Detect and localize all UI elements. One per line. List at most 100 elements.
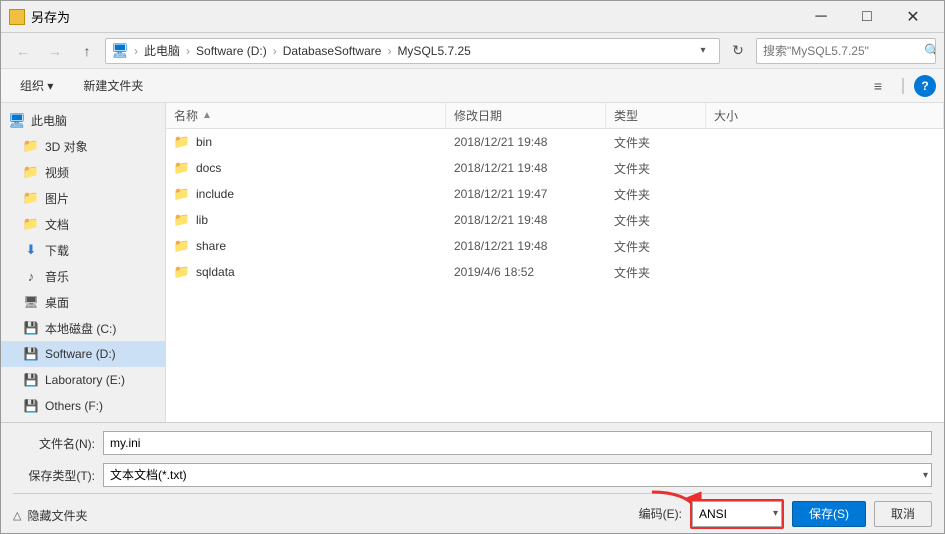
folder-video-icon: 📁 [23, 164, 39, 180]
file-rows: 📁 bin 2018/12/21 19:48 文件夹 📁 docs 2018/1… [166, 129, 944, 422]
hide-files-triangle: △ [13, 509, 21, 522]
breadcrumb-dropdown-button[interactable]: ▾ [693, 38, 713, 64]
action-bar: 组织 ▾ 新建文件夹 ≡ ? [1, 69, 944, 103]
sidebar-item-othf[interactable]: 💾 Others (F:) [1, 393, 165, 419]
drive-c-icon: 💾 [23, 320, 39, 336]
desktop-icon: 🖥 [23, 294, 39, 310]
maximize-button[interactable]: □ [844, 1, 890, 33]
filetype-select-wrapper: 文本文档(*.txt) ▾ [103, 463, 932, 487]
minimize-button[interactable]: ─ [798, 1, 844, 33]
table-row[interactable]: 📁 share 2018/12/21 19:48 文件夹 [166, 233, 944, 259]
breadcrumb-part-4[interactable]: MySQL5.7.25 [397, 44, 470, 58]
sidebar-item-label: 此电脑 [31, 112, 67, 129]
sidebar-item-softd[interactable]: 💾 Software (D:) [1, 341, 165, 367]
hide-files: △ 隐藏文件夹 [13, 503, 87, 524]
folder-pics-icon: 📁 [23, 190, 39, 206]
title-bar-left: 另存为 [9, 7, 70, 26]
hide-files-label: 隐藏文件夹 [27, 507, 87, 524]
col-header-name[interactable]: 名称 ▲ [166, 103, 446, 128]
folder-icon: 📁 [174, 264, 190, 280]
folder-icon: 📁 [174, 134, 190, 150]
sidebar-item-label: 下载 [45, 242, 69, 259]
search-button[interactable]: 🔍 [924, 38, 936, 64]
download-icon: ⬇ [23, 242, 39, 258]
breadcrumb: 🖥 › 此电脑 › Software (D:) › DatabaseSoftwa… [105, 38, 720, 64]
table-row[interactable]: 📁 bin 2018/12/21 19:48 文件夹 [166, 129, 944, 155]
title-bar-icon [9, 9, 25, 25]
encoding-select-wrapper: ANSI UTF-8 Unicode ▾ [690, 499, 784, 529]
refresh-button[interactable]: ↻ [724, 38, 752, 64]
sidebar-item-pics[interactable]: 📁 图片 [1, 185, 165, 211]
sidebar-item-label: 本地磁盘 (C:) [45, 320, 116, 337]
view-toggle-button[interactable]: ≡ [864, 74, 892, 98]
breadcrumb-part-3[interactable]: DatabaseSoftware [283, 44, 382, 58]
folder-icon: 📁 [174, 186, 190, 202]
table-row[interactable]: 📁 lib 2018/12/21 19:48 文件夹 [166, 207, 944, 233]
save-button[interactable]: 保存(S) [792, 501, 866, 527]
forward-button[interactable]: → [41, 38, 69, 64]
pc-icon: 🖥 [9, 112, 25, 128]
sidebar-item-desktop[interactable]: 🖥 桌面 [1, 289, 165, 315]
sidebar-item-docs[interactable]: 📁 文档 [1, 211, 165, 237]
drive-f-icon: 💾 [23, 398, 39, 414]
col-header-size[interactable]: 大小 [706, 103, 944, 128]
file-list-container: 名称 ▲ 修改日期 类型 大小 📁 bin [166, 103, 944, 422]
organize-button[interactable]: 组织 ▾ [9, 74, 64, 98]
breadcrumb-part-2[interactable]: Software (D:) [196, 44, 267, 58]
drive-d-icon: 💾 [23, 346, 39, 362]
sidebar-item-labe[interactable]: 💾 Laboratory (E:) [1, 367, 165, 393]
sidebar-item-label: Laboratory (E:) [45, 373, 125, 387]
title-bar: 另存为 ─ □ ✕ [1, 1, 944, 33]
toolbar: ← → ↑ 🖥 › 此电脑 › Software (D:) › Database… [1, 33, 944, 69]
search-input[interactable] [757, 44, 924, 58]
file-list-header: 名称 ▲ 修改日期 类型 大小 [166, 103, 944, 129]
col-header-type[interactable]: 类型 [606, 103, 706, 128]
folder-icon: 📁 [174, 238, 190, 254]
title-bar-text: 另存为 [31, 7, 70, 26]
breadcrumb-pc-icon: 🖥 [112, 43, 128, 59]
close-button[interactable]: ✕ [890, 1, 936, 33]
encoding-select[interactable]: ANSI UTF-8 Unicode [692, 501, 782, 527]
bottom-area: 文件名(N): 保存类型(T): 文本文档(*.txt) ▾ △ 隐藏文件夹 [1, 422, 944, 533]
table-row[interactable]: 📁 docs 2018/12/21 19:48 文件夹 [166, 155, 944, 181]
sidebar-item-label: 桌面 [45, 294, 69, 311]
folder-docs-icon: 📁 [23, 216, 39, 232]
filename-label: 文件名(N): [13, 435, 103, 452]
sidebar-item-music[interactable]: ♪ 音乐 [1, 263, 165, 289]
folder-icon: 📁 [174, 160, 190, 176]
title-bar-controls: ─ □ ✕ [798, 1, 936, 33]
col-header-date[interactable]: 修改日期 [446, 103, 606, 128]
filename-row: 文件名(N): [13, 429, 932, 457]
cancel-button[interactable]: 取消 [874, 501, 932, 527]
sidebar-item-video[interactable]: 📁 视频 [1, 159, 165, 185]
new-folder-button[interactable]: 新建文件夹 [72, 74, 154, 98]
sidebar-item-download[interactable]: ⬇ 下载 [1, 237, 165, 263]
sidebar-item-label: 图片 [45, 190, 69, 207]
music-icon: ♪ [23, 268, 39, 284]
sidebar-item-3d[interactable]: 📁 3D 对象 [1, 133, 165, 159]
folder-icon: 📁 [174, 212, 190, 228]
search-bar: 🔍 [756, 38, 936, 64]
action-row: △ 隐藏文件夹 编码(E): ANSI UTF-8 [13, 493, 932, 527]
drive-e-icon: 💾 [23, 372, 39, 388]
filename-input[interactable] [103, 431, 932, 455]
filetype-row: 保存类型(T): 文本文档(*.txt) ▾ [13, 461, 932, 489]
filetype-select[interactable]: 文本文档(*.txt) [103, 463, 932, 487]
sidebar-item-label: 视频 [45, 164, 69, 181]
sidebar-item-pc[interactable]: 🖥 此电脑 [1, 107, 165, 133]
up-button[interactable]: ↑ [73, 38, 101, 64]
help-button[interactable]: ? [914, 75, 936, 97]
breadcrumb-part-1[interactable]: 此电脑 [144, 42, 180, 59]
sidebar-item-label: Software (D:) [45, 347, 116, 361]
sidebar: 🖥 此电脑 📁 3D 对象 📁 视频 📁 图片 📁 文档 ⬇ 下载 [1, 103, 166, 422]
save-as-dialog: 另存为 ─ □ ✕ ← → ↑ 🖥 › 此电脑 › Software (D:) … [0, 0, 945, 534]
back-button[interactable]: ← [9, 38, 37, 64]
sidebar-item-localc[interactable]: 💾 本地磁盘 (C:) [1, 315, 165, 341]
table-row[interactable]: 📁 sqldata 2019/4/6 18:52 文件夹 [166, 259, 944, 285]
folder-3d-icon: 📁 [23, 138, 39, 154]
table-row[interactable]: 📁 include 2018/12/21 19:47 文件夹 [166, 181, 944, 207]
filetype-label: 保存类型(T): [13, 467, 103, 484]
sidebar-item-label: 文档 [45, 216, 69, 233]
sidebar-item-label: 音乐 [45, 268, 69, 285]
sidebar-item-label: 3D 对象 [45, 138, 88, 155]
